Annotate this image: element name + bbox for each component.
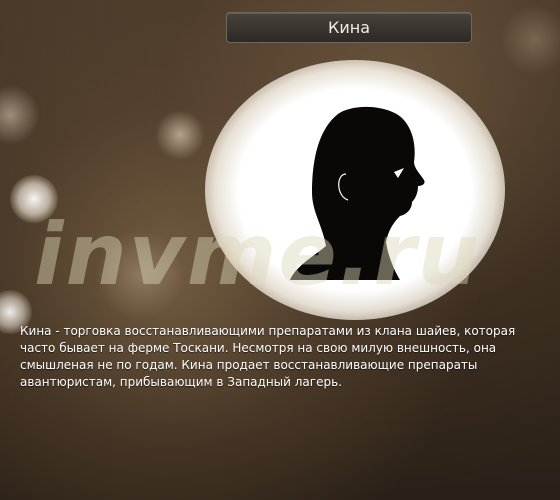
bokeh-light xyxy=(0,85,40,145)
character-description: Кина - торговка восстанавливающими препа… xyxy=(20,324,516,389)
title-bar: Кина xyxy=(226,12,472,43)
character-name: Кина xyxy=(327,18,371,37)
watermark: invme.ru xyxy=(34,205,482,305)
bokeh-light xyxy=(500,5,560,75)
bokeh-light xyxy=(155,110,205,160)
